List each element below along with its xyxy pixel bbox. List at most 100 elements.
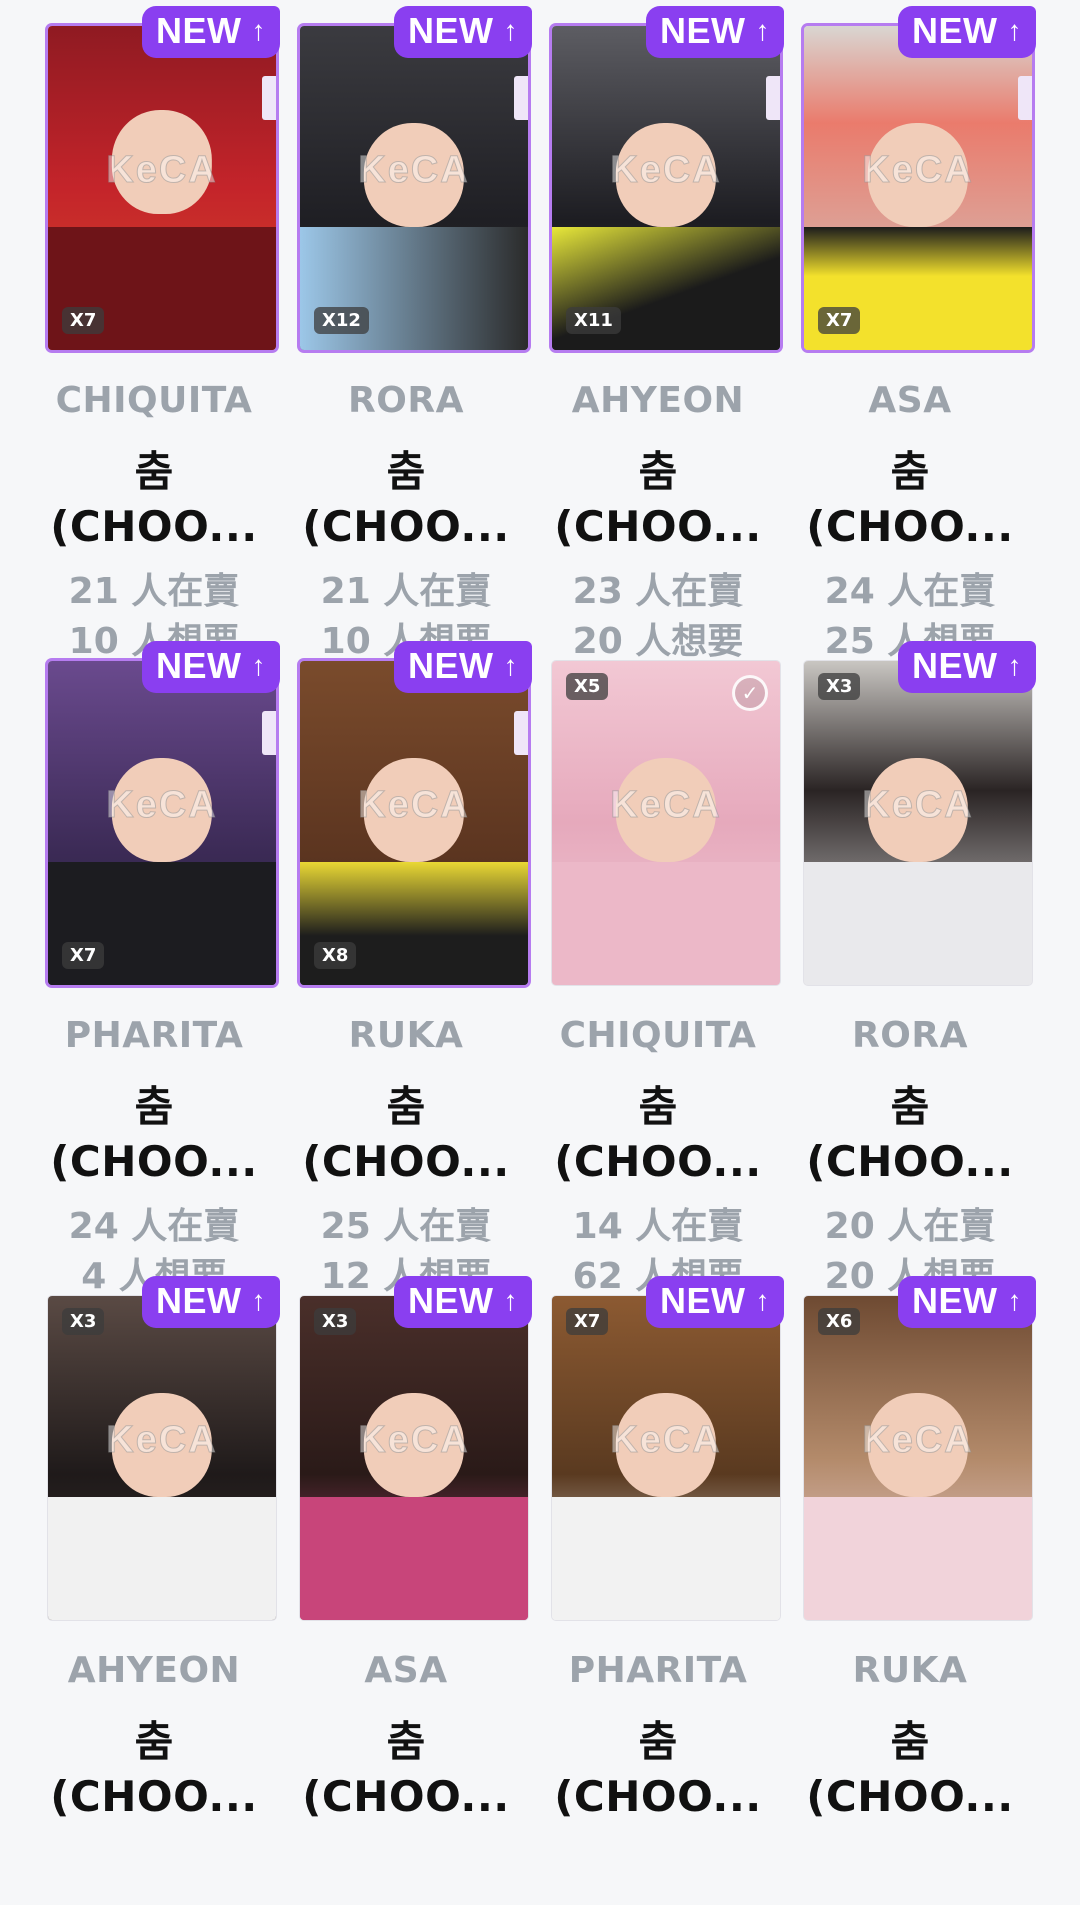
song-title-korean: 춤	[134, 1082, 174, 1131]
photocard-item[interactable]: KeCA X12 NEW ↑ RORA 춤 (CHOO... 21 人在賣 10 …	[290, 0, 532, 662]
song-title-korean: 춤	[134, 447, 174, 496]
photocard-item[interactable]: KeCA X7 NEW ↑ PHARITA 춤 (CHOO...	[542, 1270, 784, 1905]
watermark-logo: KeCA	[862, 149, 974, 192]
watermark-logo: KeCA	[358, 784, 470, 827]
sellers-count: 20 人在賣	[824, 1206, 996, 1247]
new-badge: NEW ↑	[394, 641, 532, 693]
member-name: RORA	[348, 380, 464, 421]
new-badge: NEW ↑	[898, 1276, 1036, 1328]
arrow-up-icon: ↑	[251, 1285, 266, 1316]
sellers-count: 21 人在賣	[320, 571, 492, 612]
photocard-item[interactable]: KeCA X7 NEW ↑ CHIQUITA 춤 (CHOO... 21 人在賣 …	[38, 0, 280, 662]
song-title-korean: 춤	[890, 1082, 930, 1131]
photocard-image[interactable]: KeCA X7	[552, 1296, 780, 1620]
copy-count-badge: X7	[62, 307, 105, 334]
photocard-item[interactable]: KeCA X11 NEW ↑ AHYEON 춤 (CHOO... 23 人在賣 2…	[542, 0, 784, 662]
sellers-count: 21 人在賣	[68, 571, 240, 612]
photocard-image[interactable]: KeCA X11	[552, 26, 780, 350]
level-tag	[262, 76, 276, 120]
arrow-up-icon: ↑	[503, 650, 518, 681]
photocard-image[interactable]: KeCA X7	[48, 26, 276, 350]
arrow-up-icon: ↑	[1007, 1285, 1022, 1316]
member-name: RUKA	[348, 1015, 464, 1056]
copy-count-badge: X11	[566, 307, 621, 334]
watermark-logo: KeCA	[862, 784, 974, 827]
member-name: CHIQUITA	[559, 1015, 757, 1056]
level-tag	[514, 711, 528, 755]
song-title-english: (CHOO...	[806, 1772, 1014, 1821]
photocard-item[interactable]: KeCA X7 NEW ↑ PHARITA 춤 (CHOO... 24 人在賣 4…	[38, 635, 280, 1297]
song-title-korean: 춤	[386, 447, 426, 496]
photocard-image[interactable]: KeCA X5 ✓	[552, 661, 780, 985]
photocard-item[interactable]: KeCA X8 NEW↑ RUKA 춤 (CHOO... 25 人在賣 12 人…	[290, 635, 532, 1297]
photocard-image[interactable]: KeCA X3	[48, 1296, 276, 1620]
new-badge: NEW ↑	[898, 6, 1036, 58]
copy-count-badge: X7	[62, 942, 105, 969]
song-title-english: (CHOO...	[554, 502, 762, 551]
arrow-up-icon: ↑	[1007, 15, 1022, 46]
photocard-item[interactable]: KeCA X7 NEW↑ ASA 춤 (CHOO... 24 人在賣 25 人想…	[794, 0, 1036, 662]
photocard-image[interactable]: KeCA X7	[804, 26, 1032, 350]
photocard-item[interactable]: KeCA X6 NEW ↑ RUKA 춤 (CHOO...	[794, 1270, 1036, 1905]
photocard-item[interactable]: KeCA X3 NEW↑ RORA 춤 (CHOO... 20 人在賣 20 人…	[794, 635, 1036, 1297]
arrow-up-icon: ↑	[503, 1285, 518, 1316]
photocard-image[interactable]: KeCA X7	[48, 661, 276, 985]
photocard-image[interactable]: KeCA X6	[804, 1296, 1032, 1620]
member-name: RORA	[852, 1015, 968, 1056]
copy-count-badge: X6	[818, 1308, 861, 1335]
new-badge: NEW ↑	[142, 641, 280, 693]
song-title-korean: 춤	[638, 1082, 678, 1131]
member-name: CHIQUITA	[55, 380, 253, 421]
photocard-item[interactable]: KeCA X5 ✓ CHIQUITA 춤 (CHOO... 14 人在賣 62 …	[542, 635, 780, 1297]
member-name: PHARITA	[64, 1015, 244, 1056]
member-name: PHARITA	[568, 1650, 748, 1691]
song-title-korean: 춤	[386, 1082, 426, 1131]
member-name: AHYEON	[67, 1650, 241, 1691]
new-badge: NEW ↑	[646, 1276, 784, 1328]
watermark-logo: KeCA	[610, 1419, 722, 1462]
photocard-image[interactable]: KeCA X3	[300, 1296, 528, 1620]
copy-count-badge: X7	[566, 1308, 609, 1335]
sellers-count: 23 人在賣	[572, 571, 744, 612]
copy-count-badge: X7	[818, 307, 861, 334]
copy-count-badge: X12	[314, 307, 369, 334]
new-badge: NEW ↑	[394, 6, 532, 58]
song-title-english: (CHOO...	[554, 1772, 762, 1821]
arrow-up-icon: ↑	[251, 15, 266, 46]
new-badge: NEW ↑	[394, 1276, 532, 1328]
arrow-up-icon: ↑	[755, 15, 770, 46]
watermark-logo: KeCA	[610, 784, 722, 827]
copy-count-badge: X3	[314, 1308, 357, 1335]
photocard-image[interactable]: KeCA X3	[804, 661, 1032, 985]
watermark-logo: KeCA	[862, 1419, 974, 1462]
level-tag	[262, 711, 276, 755]
sellers-count: 24 人在賣	[824, 571, 996, 612]
copy-count-badge: X3	[818, 673, 861, 700]
check-icon[interactable]: ✓	[732, 675, 768, 711]
member-name: ASA	[868, 380, 952, 421]
song-title-korean: 춤	[134, 1717, 174, 1766]
copy-count-badge: X3	[62, 1308, 105, 1335]
song-title-korean: 춤	[638, 447, 678, 496]
song-title-korean: 춤	[890, 1717, 930, 1766]
watermark-logo: KeCA	[358, 149, 470, 192]
photocard-image[interactable]: KeCA X12	[300, 26, 528, 350]
sellers-count: 25 人在賣	[320, 1206, 492, 1247]
song-title-english: (CHOO...	[302, 1137, 510, 1186]
photocard-item[interactable]: KeCA X3 NEW ↑ ASA 춤 (CHOO...	[290, 1270, 532, 1905]
new-badge: NEW ↑	[898, 641, 1036, 693]
arrow-up-icon: ↑	[251, 650, 266, 681]
level-tag	[514, 76, 528, 120]
photocard-item[interactable]: KeCA X3 NEW ↑ AHYEON 춤 (CHOO...	[38, 1270, 280, 1905]
song-title-english: (CHOO...	[50, 502, 258, 551]
photocard-image[interactable]: KeCA X8	[300, 661, 528, 985]
level-tag	[1018, 76, 1032, 120]
song-title-english: (CHOO...	[302, 502, 510, 551]
copy-count-badge: X8	[314, 942, 357, 969]
song-title-english: (CHOO...	[302, 1772, 510, 1821]
new-badge: NEW ↑	[142, 1276, 280, 1328]
new-badge: NEW ↑	[142, 6, 280, 58]
song-title-english: (CHOO...	[554, 1137, 762, 1186]
member-name: RUKA	[852, 1650, 968, 1691]
photocard-grid: KeCA X7 NEW ↑ CHIQUITA 춤 (CHOO... 21 人在賣 …	[38, 0, 1036, 1905]
